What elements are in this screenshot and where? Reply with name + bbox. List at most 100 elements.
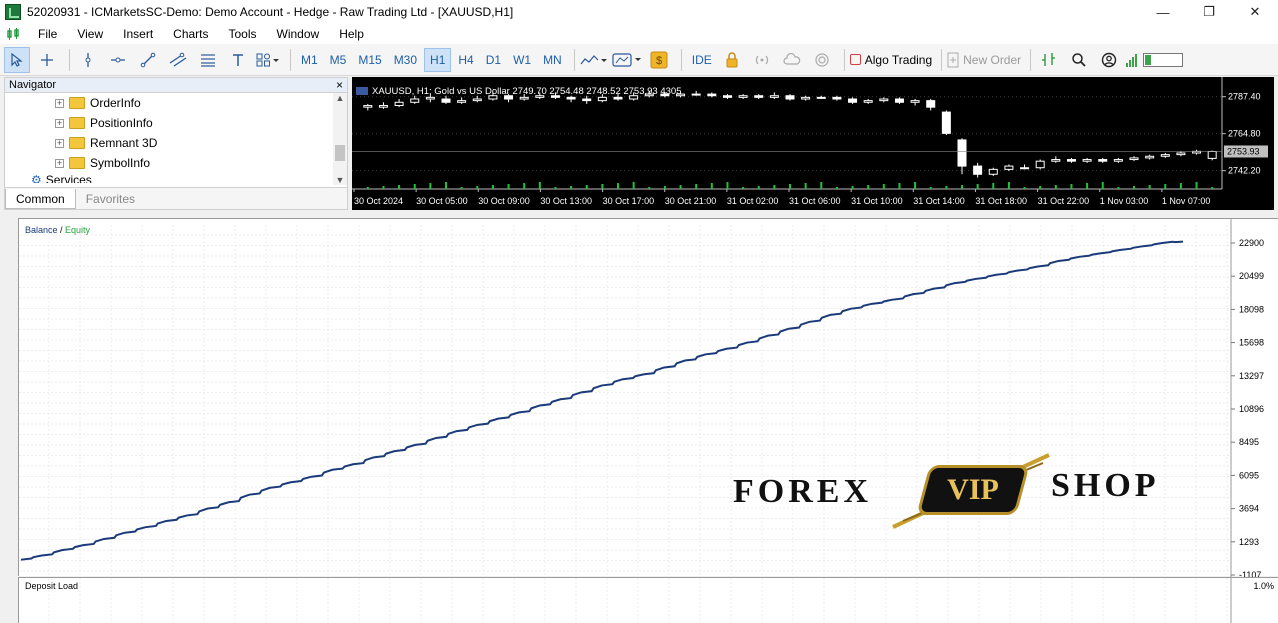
scroll-up-icon[interactable]: ▲ xyxy=(333,93,347,103)
y-tick-label: 8495 xyxy=(1239,437,1259,447)
close-icon[interactable]: × xyxy=(336,78,343,92)
timeframe-h1[interactable]: H1 xyxy=(424,47,452,72)
candle xyxy=(457,97,467,104)
candle xyxy=(863,99,873,104)
y-tick-label: 15698 xyxy=(1239,338,1264,348)
minimize-button[interactable]: — xyxy=(1140,0,1186,24)
svg-text:$: $ xyxy=(656,55,662,67)
tree-item-positioninfo[interactable]: + PositionInfo xyxy=(5,113,333,133)
logo-text-vip: VIP xyxy=(947,473,999,506)
vertical-line-icon[interactable] xyxy=(75,47,101,73)
y-tick-label: 6095 xyxy=(1239,470,1259,480)
search-icon[interactable] xyxy=(1066,47,1092,73)
menu-view[interactable]: View xyxy=(67,24,113,44)
candle xyxy=(1020,164,1030,170)
chart-menu-icon[interactable] xyxy=(6,27,22,41)
expand-icon[interactable]: + xyxy=(55,138,64,148)
restore-button[interactable]: ❐ xyxy=(1186,0,1232,24)
scrollbar-thumb[interactable] xyxy=(335,145,345,161)
scroll-down-icon[interactable]: ▼ xyxy=(333,175,347,185)
timeframe-d1[interactable]: D1 xyxy=(481,48,506,72)
x-tick-label: 30 Oct 21:00 xyxy=(665,196,717,206)
tree-item-symbolinfo[interactable]: + SymbolInfo xyxy=(5,153,333,173)
channel-icon[interactable] xyxy=(165,47,191,73)
signal-broadcast-icon[interactable] xyxy=(749,47,775,73)
y-tick-label: 22900 xyxy=(1239,238,1264,248)
algo-trading-button[interactable]: Algo Trading xyxy=(849,47,933,73)
trendline-icon[interactable] xyxy=(135,47,161,73)
market-icon[interactable]: $ xyxy=(646,47,672,73)
connection-status-icon[interactable] xyxy=(1126,47,1184,73)
tab-common[interactable]: Common xyxy=(5,189,76,209)
text-icon[interactable] xyxy=(225,47,251,73)
close-button[interactable]: ✕ xyxy=(1232,0,1278,24)
candle xyxy=(378,102,388,109)
x-tick-label: 30 Oct 13:00 xyxy=(540,196,592,206)
candle xyxy=(785,94,795,101)
candle xyxy=(754,94,764,99)
vps-icon[interactable] xyxy=(809,47,835,73)
crosshair-icon[interactable] xyxy=(34,47,60,73)
candle xyxy=(926,99,936,111)
depth-of-market-icon[interactable] xyxy=(1036,47,1062,73)
ide-button[interactable]: IDE xyxy=(687,48,717,72)
candle xyxy=(1082,157,1092,163)
candle xyxy=(957,138,967,175)
menu-help[interactable]: Help xyxy=(329,24,374,44)
menu-window[interactable]: Window xyxy=(267,24,330,44)
deposit-load-panel[interactable]: Deposit Load 1.0% xyxy=(18,577,1278,623)
timeframe-h4[interactable]: H4 xyxy=(453,48,478,72)
x-tick-label: 31 Oct 18:00 xyxy=(975,196,1027,206)
cursor-icon[interactable] xyxy=(4,46,30,73)
account-icon[interactable] xyxy=(1096,47,1122,73)
navigator-scrollbar[interactable]: ▲ ▼ xyxy=(333,93,347,185)
expand-icon[interactable]: + xyxy=(55,98,64,108)
expand-icon[interactable]: + xyxy=(55,158,64,168)
tab-favorites[interactable]: Favorites xyxy=(76,189,145,209)
y-tick-label: 2787.40 xyxy=(1228,92,1261,102)
menu-insert[interactable]: Insert xyxy=(113,24,163,44)
toolbar-separator xyxy=(680,48,682,71)
candle xyxy=(848,97,858,104)
price-chart[interactable]: 2787.40 2764.80 2742.20 2753.93 30 Oct 2024… xyxy=(352,77,1274,210)
algo-trading-label: Algo Trading xyxy=(864,52,933,67)
timeframe-m30[interactable]: M30 xyxy=(389,48,422,72)
tree-item-label: SymbolInfo xyxy=(90,156,151,170)
cloud-icon[interactable] xyxy=(779,47,805,73)
balance-equity-chart[interactable]: 22900 20499 18098 15698 13297 10896 8495 6095 36… xyxy=(18,218,1278,580)
navigator-header: Navigator × xyxy=(5,78,347,93)
menu-file[interactable]: File xyxy=(28,24,67,44)
logo-text-shop: SHOP xyxy=(1051,467,1160,504)
indicators-icon[interactable] xyxy=(580,47,608,73)
candle xyxy=(1004,164,1014,171)
tree-item-remnant-3d[interactable]: + Remnant 3D xyxy=(5,133,333,153)
templates-icon[interactable] xyxy=(612,47,642,73)
fibo-icon[interactable] xyxy=(195,47,221,73)
chart-legend: Balance / Equity xyxy=(25,225,90,235)
shapes-icon[interactable] xyxy=(255,47,281,73)
x-tick-label: 30 Oct 09:00 xyxy=(478,196,530,206)
timeframe-mn[interactable]: MN xyxy=(538,48,567,72)
new-order-button[interactable]: New Order xyxy=(947,47,1021,73)
timeframe-m5[interactable]: M5 xyxy=(325,48,352,72)
expand-icon[interactable]: + xyxy=(55,118,64,128)
lock-icon[interactable] xyxy=(719,47,745,73)
candle xyxy=(1192,149,1202,155)
menu-tools[interactable]: Tools xyxy=(219,24,267,44)
menu-charts[interactable]: Charts xyxy=(163,24,218,44)
x-tick-label: 1 Nov 03:00 xyxy=(1100,196,1149,206)
candle xyxy=(1051,156,1061,163)
x-tick-label: 30 Oct 2024 xyxy=(354,196,403,206)
folder-icon xyxy=(69,137,85,149)
stop-icon xyxy=(849,54,861,65)
battery-indicator xyxy=(1143,52,1184,67)
mt5-window: 52020931 - ICMarketsSC-Demo: Demo Accoun… xyxy=(0,0,1278,623)
timeframe-m15[interactable]: M15 xyxy=(353,48,386,72)
timeframe-w1[interactable]: W1 xyxy=(508,48,536,72)
y-tick-label: 3694 xyxy=(1239,504,1259,514)
tree-item-orderinfo[interactable]: + OrderInfo xyxy=(5,93,333,113)
timeframe-m1[interactable]: M1 xyxy=(296,48,323,72)
tree-item-services[interactable]: ⚙ Services xyxy=(5,173,333,183)
x-tick-label: 31 Oct 06:00 xyxy=(789,196,841,206)
horizontal-line-icon[interactable] xyxy=(105,47,131,73)
